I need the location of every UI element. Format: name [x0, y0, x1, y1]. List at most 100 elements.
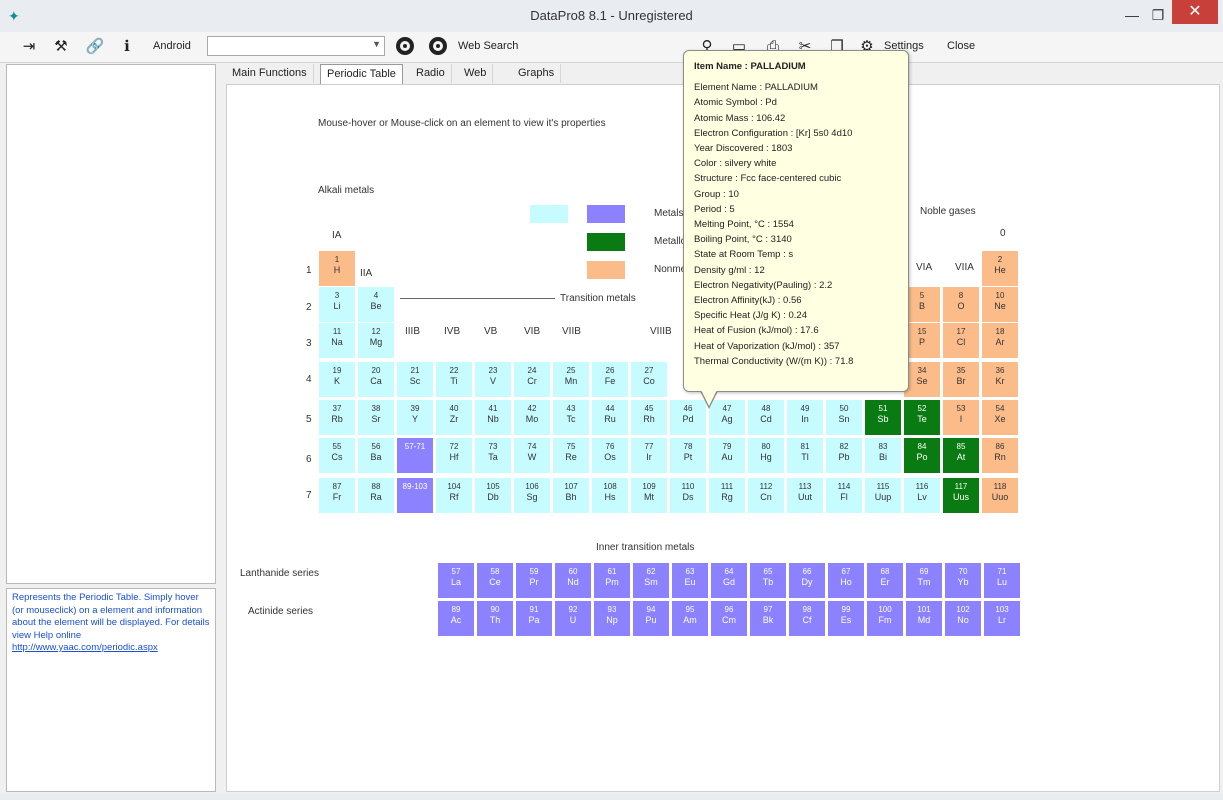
element-cell[interactable]: 85 At — [942, 437, 980, 474]
element-cell[interactable]: 91 Pa — [515, 600, 553, 637]
element-cell[interactable]: 98 Cf — [788, 600, 826, 637]
element-cell[interactable]: 41 Nb — [474, 399, 512, 436]
element-cell[interactable]: 75 Re — [552, 437, 590, 474]
element-cell[interactable]: 11 Na — [318, 322, 356, 359]
record-button[interactable] — [396, 37, 414, 55]
element-cell[interactable]: 111 Rg — [708, 477, 746, 514]
element-cell[interactable]: 65 Tb — [749, 562, 787, 599]
element-cell[interactable]: 90 Th — [476, 600, 514, 637]
element-cell[interactable]: 79 Au — [708, 437, 746, 474]
tab-graphs[interactable]: Graphs — [512, 64, 562, 83]
element-cell[interactable]: 51 Sb — [864, 399, 902, 436]
element-cell[interactable]: 66 Dy — [788, 562, 826, 599]
element-cell[interactable]: 112 Cn — [747, 477, 785, 514]
element-cell[interactable]: 77 Ir — [630, 437, 668, 474]
element-cell[interactable]: 73 Ta — [474, 437, 512, 474]
element-cell[interactable]: 50 Sn — [825, 399, 863, 436]
element-cell[interactable]: 37 Rb — [318, 399, 356, 436]
tab-web[interactable]: Web — [458, 64, 494, 83]
element-cell[interactable]: 86 Rn — [981, 437, 1019, 474]
element-cell[interactable]: 19 K — [318, 361, 356, 398]
element-cell[interactable]: 44 Ru — [591, 399, 629, 436]
element-cell[interactable]: 39 Y — [396, 399, 434, 436]
element-cell[interactable]: 74 W — [513, 437, 551, 474]
element-cell[interactable]: 26 Fe — [591, 361, 629, 398]
element-cell[interactable]: 113 Uut — [786, 477, 824, 514]
element-cell[interactable]: 4 Be — [357, 286, 395, 323]
element-cell[interactable]: 118 Uuo — [981, 477, 1019, 514]
element-cell[interactable]: 116 Lv — [903, 477, 941, 514]
element-cell[interactable]: 45 Rh — [630, 399, 668, 436]
element-cell[interactable]: 35 Br — [942, 361, 980, 398]
element-cell[interactable]: 23 V — [474, 361, 512, 398]
close-window-button[interactable]: ✕ — [1172, 0, 1218, 24]
android-combo[interactable]: ▼ — [207, 36, 385, 56]
element-cell[interactable]: 36 Kr — [981, 361, 1019, 398]
element-cell[interactable]: 17 Cl — [942, 322, 980, 359]
tools-icon[interactable]: ⚒ — [50, 36, 72, 58]
tab-radio[interactable]: Radio — [410, 64, 452, 83]
element-cell[interactable]: 83 Bi — [864, 437, 902, 474]
element-cell[interactable]: 60 Nd — [554, 562, 592, 599]
element-cell[interactable]: 107 Bh — [552, 477, 590, 514]
element-cell[interactable]: 59 Pr — [515, 562, 553, 599]
element-cell[interactable]: 117 Uus — [942, 477, 980, 514]
tab-periodic-table[interactable]: Periodic Table — [320, 64, 403, 85]
element-cell[interactable]: 76 Os — [591, 437, 629, 474]
minimize-button[interactable]: — — [1117, 4, 1147, 26]
element-cell[interactable]: 105 Db — [474, 477, 512, 514]
element-cell[interactable]: 69 Tm — [905, 562, 943, 599]
element-cell[interactable]: 70 Yb — [944, 562, 982, 599]
maximize-button[interactable]: ❐ — [1146, 4, 1170, 26]
element-cell[interactable]: 101 Md — [905, 600, 943, 637]
element-cell[interactable]: 21 Sc — [396, 361, 434, 398]
element-cell[interactable]: 81 Tl — [786, 437, 824, 474]
element-cell[interactable]: 1H — [318, 250, 356, 287]
tab-main-functions[interactable]: Main Functions — [226, 64, 314, 83]
element-cell[interactable]: 55 Cs — [318, 437, 356, 474]
element-cell[interactable]: 68 Er — [866, 562, 904, 599]
element-cell[interactable]: 88 Ra — [357, 477, 395, 514]
element-cell[interactable]: 48 Cd — [747, 399, 785, 436]
element-cell[interactable]: 8O — [942, 286, 980, 323]
element-cell[interactable]: 42 Mo — [513, 399, 551, 436]
element-cell[interactable]: 97 Bk — [749, 600, 787, 637]
link-icon[interactable]: 🔗 — [84, 36, 106, 58]
element-cell[interactable]: 109 Mt — [630, 477, 668, 514]
element-cell[interactable]: 64 Gd — [710, 562, 748, 599]
element-cell[interactable]: 10 Ne — [981, 286, 1019, 323]
element-cell[interactable]: 20 Ca — [357, 361, 395, 398]
element-cell[interactable]: 103 Lr — [983, 600, 1021, 637]
web-search-label[interactable]: Web Search — [458, 40, 518, 52]
element-cell[interactable]: 89 Ac — [437, 600, 475, 637]
left-tree-panel[interactable] — [6, 64, 216, 584]
element-cell[interactable]: 104 Rf — [435, 477, 473, 514]
element-cell[interactable]: 53 I — [942, 399, 980, 436]
element-cell[interactable]: 84 Po — [903, 437, 941, 474]
element-cell[interactable]: 49 In — [786, 399, 824, 436]
element-cell[interactable]: 89-103 — [396, 477, 434, 514]
element-cell[interactable]: 72 Hf — [435, 437, 473, 474]
element-cell[interactable]: 18 Ar — [981, 322, 1019, 359]
element-cell[interactable]: 43 Tc — [552, 399, 590, 436]
element-cell[interactable]: 96 Cm — [710, 600, 748, 637]
element-cell[interactable]: 57-71 — [396, 437, 434, 474]
element-cell[interactable]: 22 Ti — [435, 361, 473, 398]
element-cell[interactable]: 38 Sr — [357, 399, 395, 436]
element-cell[interactable]: 61 Pm — [593, 562, 631, 599]
element-cell[interactable]: 114 Fl — [825, 477, 863, 514]
element-cell[interactable]: 106 Sg — [513, 477, 551, 514]
element-cell[interactable]: 71 Lu — [983, 562, 1021, 599]
element-cell[interactable]: 27 Co — [630, 361, 668, 398]
element-cell[interactable]: 12 Mg — [357, 322, 395, 359]
element-cell[interactable]: 24 Cr — [513, 361, 551, 398]
element-cell[interactable]: 108 Hs — [591, 477, 629, 514]
element-cell[interactable]: 62 Sm — [632, 562, 670, 599]
element-cell[interactable]: 57 La — [437, 562, 475, 599]
element-cell[interactable]: 115 Uup — [864, 477, 902, 514]
element-cell[interactable]: 100 Fm — [866, 600, 904, 637]
element-cell[interactable]: 3 Li — [318, 286, 356, 323]
element-cell[interactable]: 25 Mn — [552, 361, 590, 398]
element-cell[interactable]: 94 Pu — [632, 600, 670, 637]
element-cell[interactable]: 87 Fr — [318, 477, 356, 514]
